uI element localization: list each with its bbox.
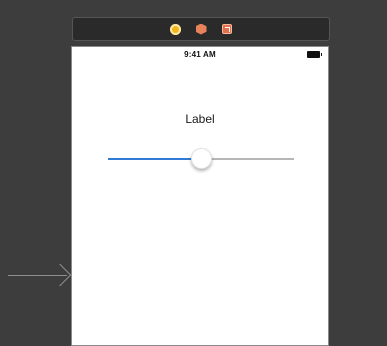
status-time: 9:41 AM <box>184 50 216 59</box>
view-controller-button[interactable] <box>168 22 182 36</box>
scene-dock <box>72 17 330 41</box>
storyboard-canvas: { "scene_dock": { "icons": ["view-contro… <box>0 0 387 346</box>
first-responder-button[interactable] <box>194 22 208 36</box>
slider-thumb[interactable] <box>190 148 212 169</box>
slider[interactable] <box>108 148 294 170</box>
slider-min-track <box>108 158 201 160</box>
status-bar: 9:41 AM <box>72 47 328 63</box>
view-controller-icon <box>169 23 181 35</box>
entry-point-arrow-icon[interactable] <box>8 262 72 288</box>
slider-max-track <box>201 158 294 160</box>
device-screen[interactable]: 9:41 AM Label <box>71 46 329 346</box>
first-responder-icon <box>195 23 207 35</box>
entry-arrow-head <box>48 263 72 287</box>
battery-icon <box>307 51 322 58</box>
exit-button[interactable] <box>220 22 234 36</box>
content-label[interactable]: Label <box>72 112 328 126</box>
exit-icon <box>222 24 232 34</box>
